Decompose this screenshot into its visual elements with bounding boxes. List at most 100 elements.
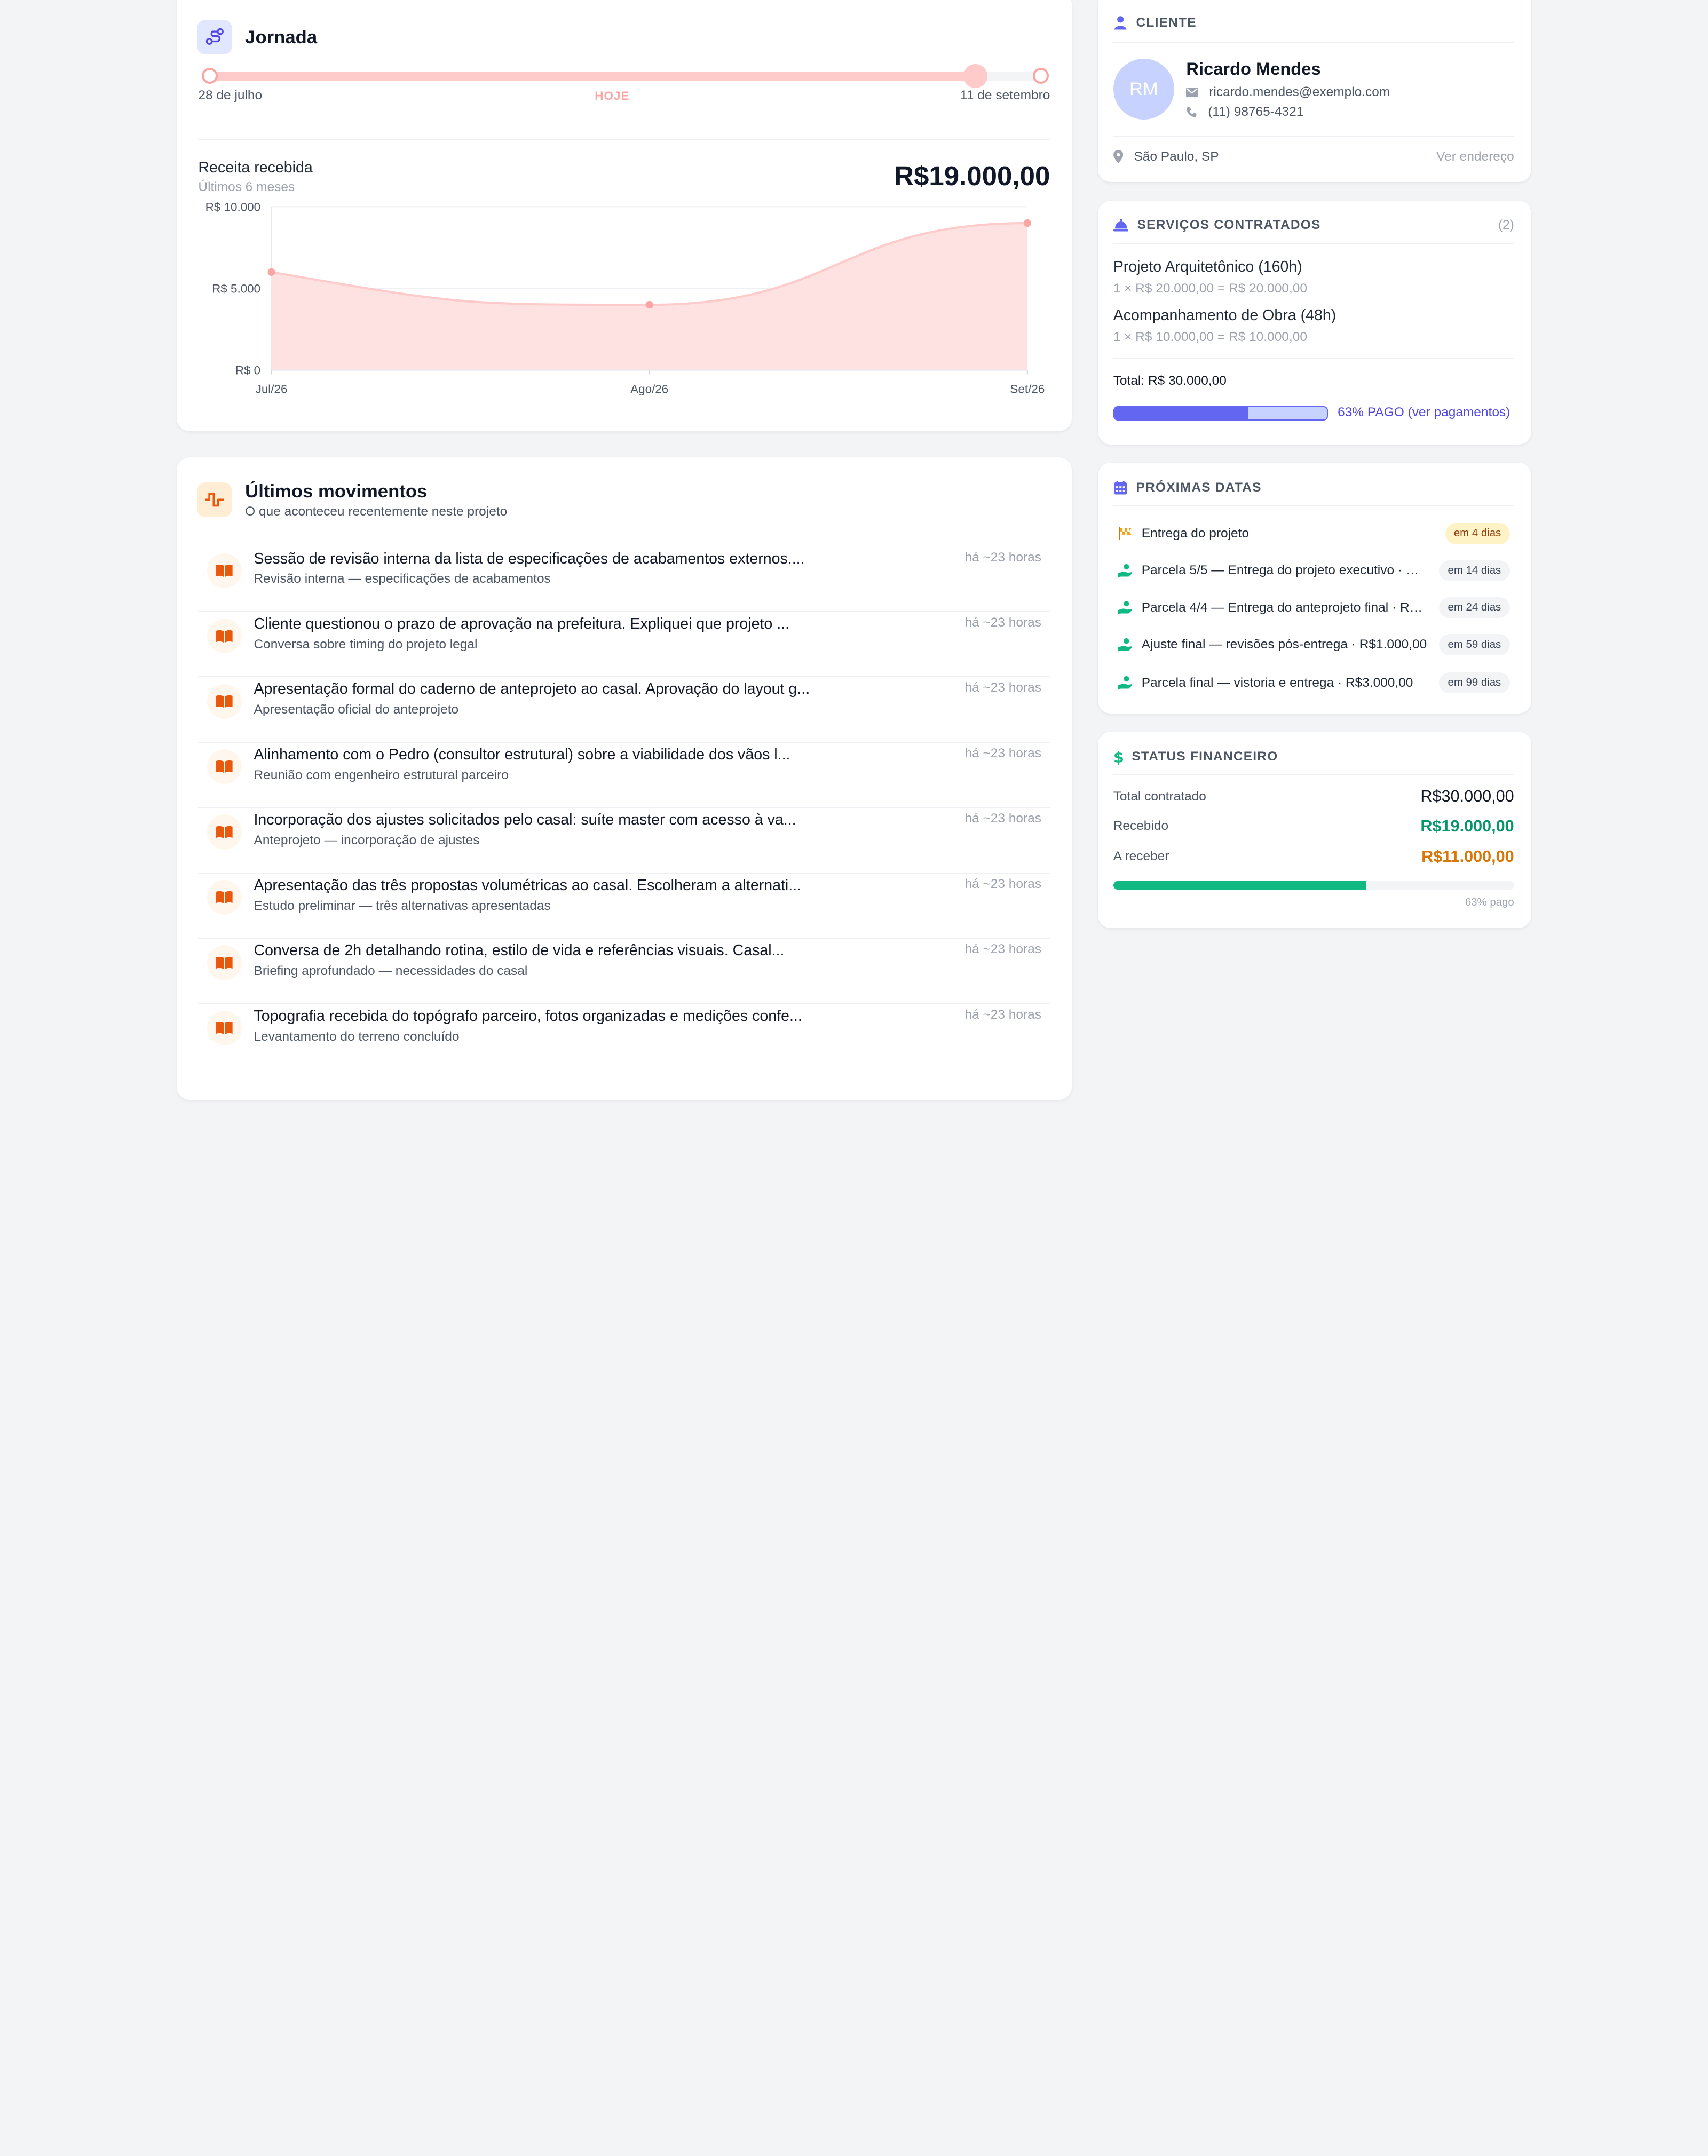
map-pin-icon (1113, 150, 1129, 163)
client-phone[interactable]: (11) 98765-4321 (1208, 105, 1303, 120)
dollar-icon: $ (1113, 749, 1123, 765)
book-open-icon (207, 619, 242, 654)
flag-icon (1116, 527, 1135, 541)
service-bell-icon (1113, 219, 1129, 232)
activity-row-title: Cliente questionou o prazo de aprovação … (254, 615, 790, 633)
activity-row[interactable]: Alinhamento com o Pedro (consultor estru… (198, 743, 1050, 808)
date-badge: em 14 dias (1439, 560, 1510, 582)
recent-activity-card: Últimos movimentos O que aconteceu recen… (176, 457, 1072, 1100)
client-header: CLIENTE (1113, 15, 1514, 30)
journey-progress-fill (205, 72, 976, 81)
service-calc: 1 × R$ 20.000,00 = R$ 20.000,00 (1113, 281, 1307, 296)
phone-icon (1186, 107, 1203, 117)
activity-row[interactable]: Incorporação dos ajustes solicitados pel… (198, 808, 1050, 874)
divider (1113, 358, 1514, 360)
activity-row-title: Apresentação das três propostas volumétr… (254, 876, 802, 894)
date-item[interactable]: Parcela 5/5 — Entrega do projeto executi… (1116, 560, 1510, 582)
activity-row-title: Apresentação formal do caderno de antepr… (254, 680, 810, 698)
financial-label: Total contratado (1113, 789, 1206, 804)
services-header: SERVIÇOS CONTRATADOS (2) (1113, 218, 1514, 233)
activity-title: Últimos movimentos (245, 481, 428, 502)
revenue-subtitle: Últimos 6 meses (198, 179, 295, 194)
client-location: São Paulo, SP (1113, 149, 1219, 164)
mail-icon (1186, 88, 1204, 98)
book-open-icon (207, 945, 242, 980)
route-icon (197, 19, 232, 55)
activity-row-time: há ~23 horas (964, 876, 1041, 891)
timeline-end-dot[interactable] (1032, 67, 1049, 84)
financial-row-total: Total contratado R$30.000,00 (1113, 787, 1514, 806)
activity-row-title: Conversa de 2h detalhando rotina, estilo… (254, 942, 785, 960)
activity-row[interactable]: Cliente questionou o prazo de aprovação … (198, 612, 1050, 678)
client-card: CLIENTE RM Ricardo Mendes ricardo.mendes… (1098, 0, 1532, 182)
revenue-value: R$19.000,00 (894, 161, 1050, 191)
revenue-title: Receita recebida (198, 158, 313, 176)
date-item-text: Parcela 5/5 — Entrega do projeto executi… (1141, 563, 1427, 578)
activity-row-time: há ~23 horas (964, 615, 1041, 630)
divider (1113, 136, 1514, 138)
activity-row-description: Anteprojeto — incorporação de ajustes (254, 833, 480, 848)
date-item[interactable]: Parcela final — vistoria e entrega · R$3… (1116, 672, 1510, 694)
financial-value: R$11.000,00 (1421, 847, 1514, 866)
divider (1113, 243, 1514, 244)
client-phone-line[interactable]: (11) 98765-4321 (1186, 105, 1303, 120)
view-payments-link[interactable]: 63% PAGO (ver pagamentos) (1338, 405, 1510, 420)
timeline-today-marker[interactable] (963, 64, 988, 89)
avatar: RM (1113, 59, 1174, 120)
book-open-icon (207, 1010, 242, 1046)
services-header-label: SERVIÇOS CONTRATADOS (1137, 218, 1321, 233)
financial-header-label: STATUS FINANCEIRO (1132, 749, 1278, 764)
money-hand-icon (1116, 600, 1135, 615)
activity-row-description: Reunião com engenheiro estrutural parcei… (254, 767, 509, 782)
activity-row-description: Conversa sobre timing do projeto legal (254, 637, 478, 652)
dates-header: PRÓXIMAS DATAS (1113, 480, 1514, 495)
timeline-start-dot[interactable] (201, 67, 218, 84)
timeline-today-label: HOJE (595, 89, 630, 103)
activity-row[interactable]: Apresentação das três propostas volumétr… (198, 874, 1050, 939)
date-item[interactable]: Parcela 4/4 — Entrega do anteprojeto fin… (1116, 597, 1510, 619)
chart-y-tick-label: R$ 0 (235, 364, 260, 377)
activity-row[interactable]: Topografia recebida do topógrafo parceir… (198, 1004, 1050, 1069)
upcoming-dates-card: PRÓXIMAS DATAS Entrega do projeto em 4 d… (1098, 463, 1532, 714)
date-item-text: Entrega do projeto (1141, 526, 1250, 541)
view-address-link[interactable]: Ver endereço (1436, 149, 1514, 164)
activity-row-time: há ~23 horas (964, 746, 1041, 760)
activity-row[interactable]: Apresentação formal do caderno de antepr… (198, 677, 1050, 743)
date-badge: em 4 dias (1445, 523, 1510, 544)
payment-progress-fill (1114, 407, 1248, 419)
date-badge: em 59 dias (1439, 634, 1510, 655)
timeline-start-label: 28 de julho (198, 88, 263, 103)
journey-title: Jornada (245, 27, 318, 48)
service-name: Projeto Arquitetônico (160h) (1113, 258, 1302, 275)
received-progress-bar (1113, 881, 1514, 890)
divider (1113, 774, 1514, 776)
book-open-icon (207, 749, 242, 784)
user-icon (1113, 15, 1128, 30)
client-email-line[interactable]: ricardo.mendes@exemplo.com (1186, 85, 1390, 100)
activity-row-description: Revisão interna — especificações de acab… (254, 572, 551, 586)
activity-row-title: Topografia recebida do topógrafo parceir… (254, 1007, 802, 1025)
activity-row-description: Estudo preliminar — três alternativas ap… (254, 898, 551, 913)
chart-point (645, 301, 653, 309)
activity-row-title: Incorporação dos ajustes solicitados pel… (254, 811, 796, 829)
date-item-text: Parcela 4/4 — Entrega do anteprojeto fin… (1141, 600, 1427, 615)
financial-header: $ STATUS FINANCEIRO (1113, 749, 1514, 765)
activity-icon (197, 482, 232, 518)
activity-row-time: há ~23 horas (964, 811, 1041, 826)
chart-y-tick-label: R$ 10.000 (205, 201, 260, 214)
book-open-icon (207, 814, 242, 850)
client-header-label: CLIENTE (1136, 15, 1197, 30)
activity-row-time: há ~23 horas (964, 1007, 1041, 1022)
date-badge: em 99 dias (1439, 672, 1510, 694)
activity-row[interactable]: Conversa de 2h detalhando rotina, estilo… (198, 939, 1050, 1004)
received-progress-label: 63% pago (1465, 896, 1514, 908)
activity-row[interactable]: Sessão de revisão interna da lista de es… (198, 546, 1050, 612)
chart-x-tick-label: Set/26 (1010, 383, 1045, 396)
revenue-chart: R$ 0 R$ 5.000 R$ 10.000 Jul/26 Ago/26 Set/26 (205, 201, 1045, 396)
client-city: São Paulo, SP (1134, 149, 1219, 164)
chart-y-tick-label: R$ 5.000 (212, 282, 260, 296)
client-email[interactable]: ricardo.mendes@exemplo.com (1209, 85, 1390, 100)
date-item[interactable]: Ajuste final — revisões pós-entrega · R$… (1116, 634, 1510, 656)
chart-point (267, 268, 275, 276)
date-item[interactable]: Entrega do projeto em 4 dias (1116, 523, 1510, 545)
